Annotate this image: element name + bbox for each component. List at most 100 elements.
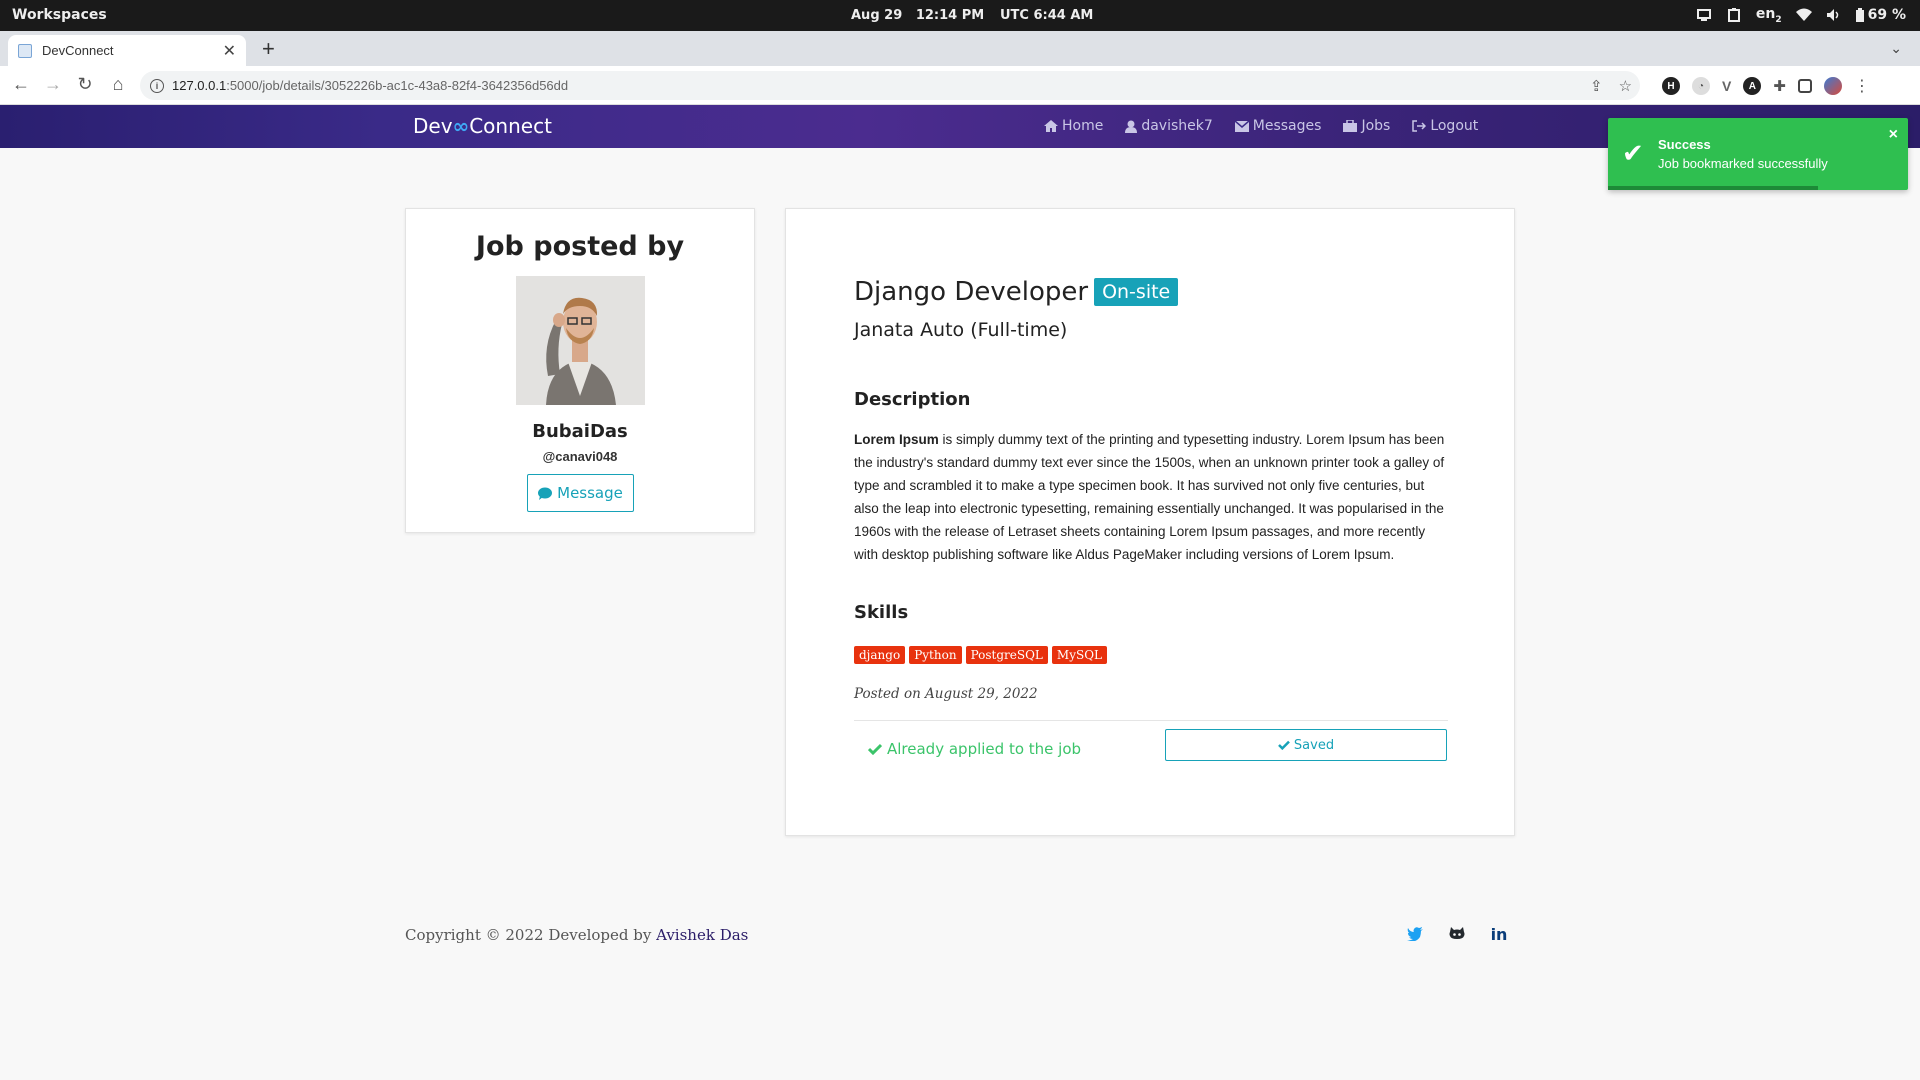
side-panel-icon[interactable] [1797, 79, 1812, 93]
posted-date: Posted on August 29, 2022 [854, 686, 1038, 702]
skill-badge: MySQL [1051, 646, 1107, 664]
poster-avatar [516, 276, 645, 405]
user-icon [1125, 120, 1138, 133]
twitter-icon[interactable] [1405, 924, 1425, 944]
language-sub: 2 [1775, 14, 1782, 25]
address-bar[interactable]: i 127.0.0.1:5000/job/details/3052226b-ac… [140, 71, 1640, 100]
social-links: in [1405, 924, 1509, 944]
poster-heading: Job posted by [475, 231, 685, 262]
brand-right-text: Connect [469, 114, 552, 138]
toast-message: Job bookmarked successfully [1658, 156, 1828, 171]
job-title: Django Developer [854, 277, 1089, 307]
poster-card: Job posted by BubaiDas @canavi048 Messag… [405, 208, 755, 533]
screen-icon[interactable] [1696, 7, 1712, 23]
utc-clock: UTC 6:44 AM [1000, 8, 1094, 23]
job-details-card: Django Developer On-site Janata Auto (Fu… [785, 208, 1515, 836]
language-indicator[interactable]: en2 [1756, 6, 1782, 25]
description-heading: Description [854, 389, 971, 410]
skill-badge: django [854, 646, 906, 664]
nav-messages[interactable]: Messages [1234, 118, 1322, 134]
battery-indicator[interactable]: 69 % [1855, 7, 1906, 24]
volume-icon[interactable] [1826, 7, 1842, 23]
brand-left-text: Dev [413, 114, 453, 138]
tab-search-icon[interactable]: ⌄ [1890, 40, 1902, 57]
battery-text: 69 % [1867, 7, 1906, 24]
favicon-icon [18, 43, 32, 58]
close-tab-icon[interactable]: ✕ [223, 41, 236, 61]
extension-h-icon[interactable]: H [1662, 77, 1680, 95]
clipboard-icon[interactable] [1726, 7, 1742, 23]
footer-copyright: Copyright © 2022 Developed by Avishek Da… [405, 926, 748, 944]
back-icon[interactable]: ← [10, 74, 32, 95]
home-icon[interactable]: ⌂ [107, 74, 129, 95]
toast-close-icon[interactable]: × [1889, 126, 1898, 144]
site-info-icon[interactable]: i [150, 78, 164, 93]
brand-logo[interactable]: Dev∞Connect [413, 114, 552, 138]
profile-avatar-icon[interactable] [1823, 77, 1842, 95]
nav-jobs-label: Jobs [1361, 118, 1391, 134]
description-text: Lorem Ipsum is simply dummy text of the … [854, 428, 1452, 566]
extensions-area: H ◔ V A ✚ ⋮ [1662, 76, 1870, 96]
message-button[interactable]: Message [527, 474, 634, 512]
envelope-icon [1234, 120, 1249, 132]
url-host: 127.0.0.1 [172, 78, 227, 93]
system-tray: en2 69 % [1696, 6, 1906, 25]
workspaces-button[interactable]: Workspaces [12, 7, 107, 23]
skill-badge: Python [909, 646, 962, 664]
browser-tab[interactable]: DevConnect ✕ [8, 35, 246, 66]
bookmark-star-icon[interactable]: ☆ [1619, 77, 1632, 95]
language-text: en [1755, 6, 1776, 22]
date-text: Aug 29 [851, 8, 903, 23]
applied-status: Already applied to the job [868, 740, 1081, 758]
nav-logout[interactable]: Logout [1412, 118, 1478, 134]
share-icon[interactable]: ⇪ [1590, 77, 1603, 95]
description-bold: Lorem Ipsum [854, 432, 939, 447]
work-type-badge: On-site [1094, 278, 1179, 306]
comment-icon [538, 487, 553, 500]
company-name: Janata Auto (Full-time) [854, 319, 1068, 341]
extensions-puzzle-icon[interactable]: ✚ [1773, 77, 1786, 95]
divider [854, 720, 1448, 721]
linkedin-icon[interactable]: in [1489, 924, 1509, 944]
omnibox-actions: ⇪ ☆ [1590, 77, 1632, 95]
nav-links: Home davishek7 Messages Jobs Logout [1044, 118, 1478, 134]
nav-jobs[interactable]: Jobs [1343, 118, 1390, 134]
clock[interactable]: Aug 29 12:14 PM [851, 8, 984, 23]
extension-v-icon[interactable]: V [1722, 78, 1731, 94]
check-icon [1278, 740, 1290, 750]
logout-icon [1412, 120, 1427, 132]
forward-icon[interactable]: → [42, 74, 64, 95]
poster-name[interactable]: BubaiDas [406, 421, 754, 442]
browser-menu-icon[interactable]: ⋮ [1854, 76, 1870, 96]
applied-text: Already applied to the job [887, 740, 1082, 758]
briefcase-icon [1343, 120, 1358, 132]
nav-logout-label: Logout [1430, 118, 1479, 134]
reload-icon[interactable]: ↻ [74, 74, 96, 95]
saved-bookmark-button[interactable]: Saved [1165, 729, 1447, 761]
author-link[interactable]: Avishek Das [656, 926, 748, 944]
skills-list: django Python PostgreSQL MySQL [854, 646, 1107, 664]
nav-user-label: davishek7 [1141, 118, 1213, 134]
poster-handle: @canavi048 [542, 449, 618, 464]
time-text: 12:14 PM [915, 8, 985, 23]
skills-heading: Skills [854, 602, 909, 623]
saved-button-label: Saved [1293, 737, 1335, 753]
nav-profile[interactable]: davishek7 [1125, 118, 1213, 134]
success-toast: ✔ Success Job bookmarked successfully × [1608, 118, 1908, 190]
url-path: :5000/job/details/3052226b-ac1c-43a8-82f… [226, 78, 569, 93]
extension-angular-icon[interactable]: A [1743, 77, 1762, 95]
github-icon[interactable] [1447, 924, 1467, 944]
new-tab-icon[interactable]: + [262, 36, 275, 62]
description-body: is simply dummy text of the printing and… [854, 432, 1445, 562]
wifi-icon[interactable] [1795, 7, 1812, 23]
os-top-bar: Workspaces Aug 29 12:14 PM UTC 6:44 AM e… [0, 0, 1920, 31]
message-button-label: Message [557, 484, 623, 502]
tab-title: DevConnect [42, 43, 114, 58]
nav-home[interactable]: Home [1044, 118, 1103, 134]
browser-toolbar: ← → ↻ ⌂ i 127.0.0.1:5000/job/details/305… [0, 66, 1920, 105]
toast-progress-bar [1608, 186, 1818, 190]
extension-circle-icon[interactable]: ◔ [1692, 77, 1710, 95]
toast-title: Success [1658, 137, 1711, 152]
link-icon: ∞ [452, 114, 470, 138]
nav-messages-label: Messages [1252, 118, 1322, 134]
